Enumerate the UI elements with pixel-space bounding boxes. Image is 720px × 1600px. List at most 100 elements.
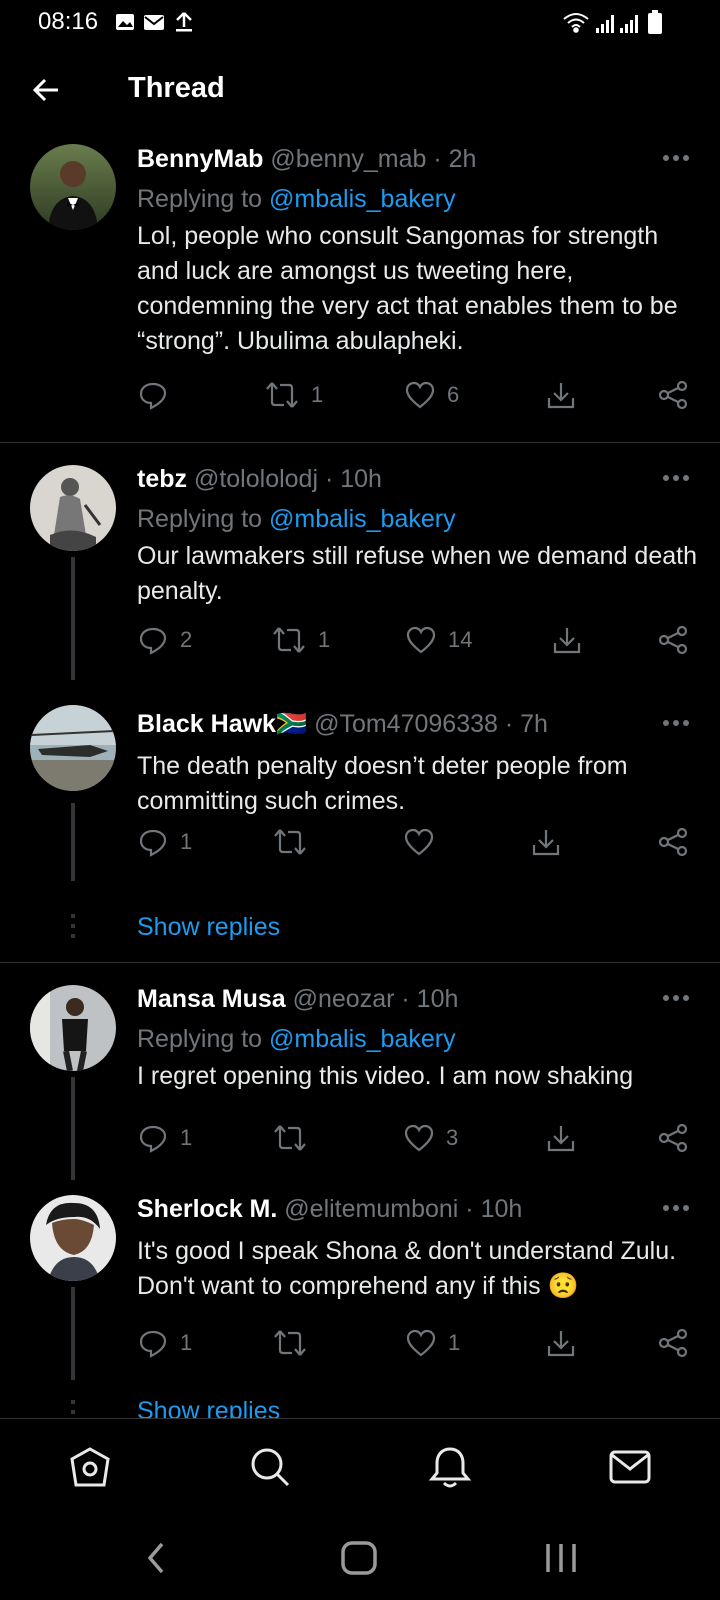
retweet-icon <box>274 1125 306 1151</box>
system-home-button[interactable] <box>340 1538 378 1583</box>
retweet-button[interactable] <box>273 1118 307 1158</box>
share-button[interactable] <box>658 375 688 415</box>
mail-icon <box>144 15 164 30</box>
author-name[interactable]: BennyMab <box>137 145 263 173</box>
reply-icon <box>139 382 167 410</box>
author-name[interactable]: Mansa Musa <box>137 985 286 1013</box>
like-button[interactable] <box>404 822 434 862</box>
share-button[interactable] <box>658 620 688 660</box>
like-button[interactable]: 3 <box>404 1118 458 1158</box>
tweet-text: I regret opening this video. I am now sh… <box>137 1062 634 1090</box>
reply-button[interactable]: 1 <box>138 1118 192 1158</box>
nav-home[interactable] <box>68 1445 112 1494</box>
replying-handle-link[interactable]: @mbalis_bakery <box>269 505 456 533</box>
share-icon <box>658 625 688 655</box>
avatar[interactable] <box>30 985 116 1071</box>
retweet-count: 1 <box>318 627 331 652</box>
more-icon[interactable] <box>662 1204 690 1212</box>
bookmark-button[interactable] <box>552 620 582 660</box>
retweet-icon <box>273 627 305 653</box>
back-button[interactable] <box>30 74 62 111</box>
show-replies-link[interactable]: Show replies <box>137 913 280 942</box>
retweet-count: 1 <box>311 382 324 407</box>
heart-icon <box>405 381 435 409</box>
replying-handle-link[interactable]: @mbalis_bakery <box>269 1025 456 1053</box>
author-handle[interactable]: @Tom47096338 <box>314 710 498 738</box>
avatar[interactable] <box>30 465 116 551</box>
tweet-2[interactable]: tebz @tolololodj · 10h Replying to @mbal… <box>0 460 720 680</box>
search-icon <box>251 1448 290 1487</box>
show-replies-link[interactable]: Show replies <box>137 1397 280 1418</box>
author-name[interactable]: tebz <box>137 465 187 493</box>
bookmark-button[interactable] <box>546 1118 576 1158</box>
author-name[interactable]: Sherlock M. <box>137 1195 277 1223</box>
avatar[interactable] <box>30 144 116 230</box>
chevron-left-icon <box>147 1542 164 1574</box>
reply-button[interactable]: 1 <box>138 822 192 862</box>
replying-to: Replying to @mbalis_bakery <box>137 185 456 213</box>
bottom-nav <box>0 1418 720 1519</box>
more-icon[interactable] <box>662 474 690 482</box>
recents-icon <box>546 1544 576 1572</box>
tweet-time: · 7h <box>504 710 548 738</box>
home-icon <box>70 1447 110 1487</box>
reply-icon <box>139 627 167 655</box>
share-icon <box>658 827 688 857</box>
like-button[interactable]: 6 <box>405 375 459 415</box>
retweet-icon <box>266 382 298 408</box>
reply-button[interactable]: 2 <box>138 620 192 660</box>
page-title: Thread <box>128 72 225 104</box>
retweet-button[interactable] <box>273 822 307 862</box>
status-left-icons <box>114 10 198 39</box>
share-button[interactable] <box>658 822 688 862</box>
heart-icon <box>404 828 434 856</box>
bookmark-button[interactable] <box>546 375 576 415</box>
tweet-5[interactable]: Sherlock M. @elitemumboni · 10h It's goo… <box>0 1190 720 1418</box>
tweet-meta: Black Hawk🇿🇦 @Tom47096338 · 7h <box>137 710 548 739</box>
author-handle[interactable]: @tolololodj <box>194 465 318 493</box>
nav-search[interactable] <box>248 1445 292 1494</box>
reply-count: 1 <box>180 1125 193 1150</box>
like-count: 3 <box>446 1125 459 1150</box>
signal-icon <box>596 15 614 33</box>
nav-messages[interactable] <box>608 1445 652 1494</box>
share-button[interactable] <box>658 1118 688 1158</box>
author-handle[interactable]: @elitemumboni <box>284 1195 458 1223</box>
share-button[interactable] <box>658 1323 688 1363</box>
like-button[interactable]: 14 <box>406 620 472 660</box>
avatar[interactable] <box>30 705 116 791</box>
more-icon[interactable] <box>662 719 690 727</box>
like-button[interactable]: 1 <box>406 1323 460 1363</box>
tweet-3[interactable]: Black Hawk🇿🇦 @Tom47096338 · 7h The death… <box>0 700 720 950</box>
more-icon[interactable] <box>662 994 690 1002</box>
tweet-1[interactable]: BennyMab @benny_mab · 2h Replying to @mb… <box>0 140 720 440</box>
wifi-icon <box>563 13 589 33</box>
author-handle[interactable]: @benny_mab <box>270 145 426 173</box>
reply-button[interactable] <box>138 375 180 415</box>
tweet-actions: 1 <box>0 822 720 862</box>
bookmark-button[interactable] <box>546 1323 576 1363</box>
download-icon <box>547 1126 575 1152</box>
nav-notifications[interactable] <box>428 1445 472 1494</box>
avatar[interactable] <box>30 1195 116 1281</box>
signal-icon-2 <box>620 15 638 33</box>
retweet-button[interactable]: 1 <box>265 375 323 415</box>
tweet-meta: BennyMab @benny_mab · 2h <box>137 145 476 174</box>
divider <box>0 442 720 443</box>
system-recents-button[interactable] <box>544 1538 578 1583</box>
author-name[interactable]: Black Hawk <box>137 710 276 738</box>
bookmark-button[interactable] <box>531 822 561 862</box>
system-back-button[interactable] <box>144 1538 168 1583</box>
heart-icon <box>406 1329 436 1357</box>
author-handle[interactable]: @neozar <box>293 985 395 1013</box>
retweet-button[interactable] <box>273 1323 307 1363</box>
reply-button[interactable]: 1 <box>138 1323 192 1363</box>
retweet-button[interactable]: 1 <box>272 620 330 660</box>
replying-handle-link[interactable]: @mbalis_bakery <box>269 185 456 213</box>
reply-icon <box>139 1125 167 1153</box>
more-icon[interactable] <box>662 154 690 162</box>
mail-icon <box>609 1450 651 1484</box>
tweet-meta: Mansa Musa @neozar · 10h <box>137 985 458 1014</box>
heart-icon <box>406 626 436 654</box>
tweet-4[interactable]: Mansa Musa @neozar · 10h Replying to @mb… <box>0 980 720 1180</box>
